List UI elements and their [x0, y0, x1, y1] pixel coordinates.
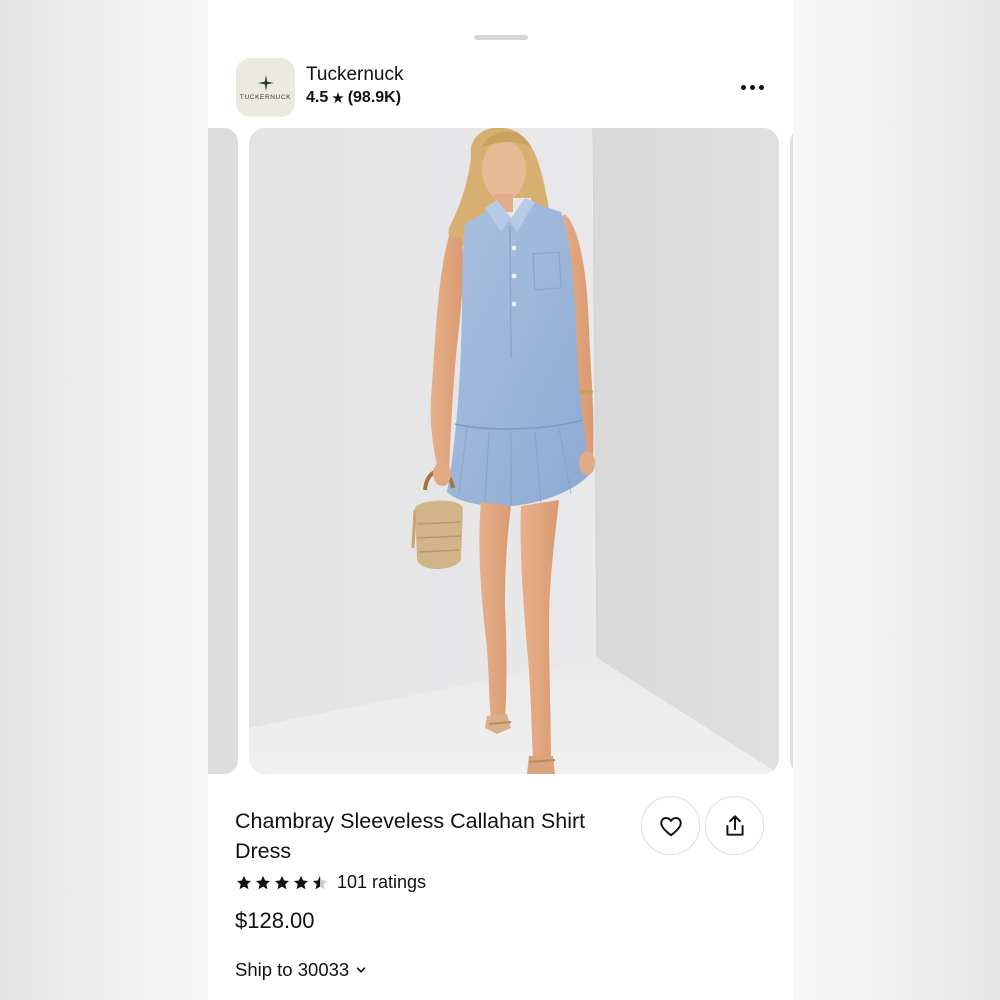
more-dot — [749, 84, 755, 90]
ship-to-selector[interactable]: Ship to 30033 — [235, 959, 367, 981]
shop-logo[interactable]: TUCKERNUCK — [236, 58, 295, 117]
product-ratings[interactable]: 101 ratings — [235, 872, 426, 893]
more-dot — [758, 84, 764, 90]
more-horizontal-icon — [740, 84, 746, 90]
star-icon — [255, 875, 271, 889]
product-image[interactable] — [249, 128, 779, 774]
star-icon — [293, 875, 309, 889]
heart-icon — [659, 816, 682, 836]
star-icon: ★ — [331, 89, 345, 107]
shop-name[interactable]: Tuckernuck — [306, 64, 404, 86]
star-rating — [235, 874, 329, 892]
shop-review-count: (98.9K) — [347, 89, 402, 106]
product-price: $128.00 — [235, 908, 315, 933]
share-button[interactable] — [705, 796, 764, 855]
shop-rating-value: 4.5 — [306, 89, 329, 106]
sheet-grabber-handle[interactable] — [474, 35, 528, 40]
carousel-next-image[interactable] — [790, 128, 793, 774]
ratings-count: 101 ratings — [337, 872, 427, 892]
carousel-previous-image[interactable] — [208, 128, 238, 774]
more-options-button[interactable] — [732, 76, 772, 98]
half-star-icon — [312, 875, 328, 889]
ship-to-label: Ship to 30033 — [235, 959, 350, 980]
sparkle-logo-icon — [257, 74, 274, 91]
favorite-button[interactable] — [641, 796, 700, 855]
chevron-down-icon — [356, 967, 366, 973]
shop-rating: 4.5 ★ (98.9K) — [306, 89, 401, 107]
shop-logo-text: TUCKERNUCK — [239, 93, 292, 101]
star-icon — [274, 875, 290, 889]
share-icon — [725, 814, 744, 836]
star-icon — [236, 875, 252, 889]
product-sheet: TUCKERNUCK Tuckernuck 4.5 ★ (98.9K) Cham… — [208, 0, 793, 1000]
product-photo — [249, 128, 779, 774]
product-title: Chambray Sleeveless Callahan Shirt Dress — [235, 809, 586, 863]
